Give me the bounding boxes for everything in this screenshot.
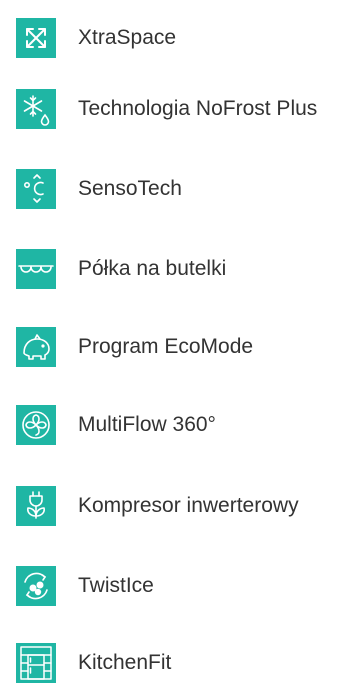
- kitchen-fit-icon: [16, 643, 56, 683]
- feature-label: Technologia NoFrost Plus: [78, 97, 318, 120]
- feature-item-bottle-shelf: Półka na butelki: [16, 249, 226, 289]
- feature-label: KitchenFit: [78, 651, 172, 674]
- piggy-bank-icon: [16, 327, 56, 367]
- feature-item-kitchenfit: KitchenFit: [16, 643, 171, 683]
- feature-item-ecomode: Program EcoMode: [16, 327, 253, 367]
- bottle-shelf-icon: [16, 249, 56, 289]
- feature-label: XtraSpace: [78, 26, 177, 49]
- feature-label: Półka na butelki: [78, 257, 227, 280]
- feature-label: Kompresor inwerterowy: [78, 494, 299, 517]
- feature-item-nofrost: Technologia NoFrost Plus: [16, 89, 317, 129]
- feature-label: Program EcoMode: [78, 335, 254, 358]
- ice-twist-icon: [16, 566, 56, 606]
- feature-item-multiflow: MultiFlow 360°: [16, 405, 216, 445]
- feature-item-xtraspace: XtraSpace: [16, 18, 176, 58]
- feature-item-sensotech: SensoTech: [16, 169, 182, 209]
- feature-label: SensoTech: [78, 177, 182, 200]
- feature-item-twistice: TwistIce: [16, 566, 154, 606]
- feature-list: XtraSpace Technologia NoFrost Plus Senso…: [0, 0, 358, 694]
- expand-arrows-icon: [16, 18, 56, 58]
- feature-item-inverter-compressor: Kompresor inwerterowy: [16, 486, 299, 526]
- feature-label: TwistIce: [78, 574, 154, 597]
- feature-label: MultiFlow 360°: [78, 413, 216, 436]
- snowflake-drop-icon: [16, 89, 56, 129]
- temperature-celsius-icon: [16, 169, 56, 209]
- airflow-fan-icon: [16, 405, 56, 445]
- plug-leaf-icon: [16, 486, 56, 526]
